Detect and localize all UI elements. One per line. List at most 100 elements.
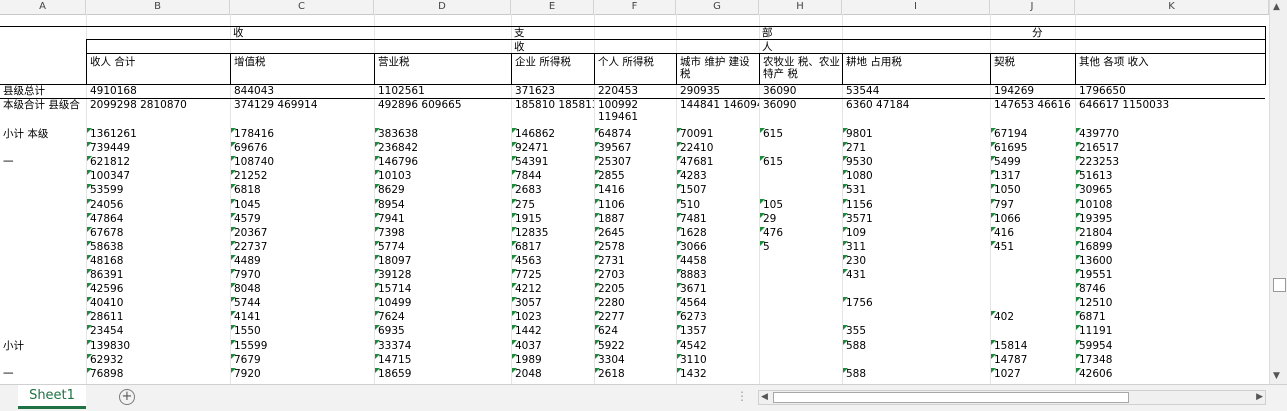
table-cell-f[interactable]: 5922	[595, 339, 676, 352]
table-cell-f[interactable]: 1416	[595, 184, 676, 196]
table-cell-e[interactable]: 7844	[512, 170, 594, 182]
table-cell-h[interactable]: 29	[760, 212, 842, 225]
column-title-c[interactable]: 增值税	[231, 56, 374, 83]
table-cell-e[interactable]: 12835	[512, 226, 594, 239]
table-cell-d[interactable]: 18659	[375, 367, 511, 380]
table-cell-c[interactable]: 4489	[231, 254, 374, 267]
table-cell-f[interactable]: 2578	[595, 240, 676, 253]
column-header-h[interactable]: H	[759, 0, 842, 14]
table-cell-f[interactable]: 1106	[595, 198, 676, 211]
table-cell-f[interactable]: 1887	[595, 212, 676, 225]
table-cell-h[interactable]: 615	[760, 156, 842, 168]
table-cell-k[interactable]: 223253	[1076, 156, 1269, 168]
table-cell-d[interactable]: 6935	[375, 325, 511, 337]
table-cell-d[interactable]: 7941	[375, 212, 511, 225]
scroll-left-icon[interactable]: ◀	[761, 391, 768, 404]
summary-cell-f[interactable]: 220453	[595, 85, 676, 97]
table-cell-f[interactable]: 2618	[595, 367, 676, 380]
table-cell-e[interactable]: 1915	[512, 212, 594, 225]
column-title-j[interactable]: 契税	[991, 56, 1075, 83]
table-cell-i[interactable]: 271	[843, 142, 990, 154]
table-cell-g[interactable]: 1432	[677, 367, 759, 380]
table-cell-c[interactable]: 20367	[231, 226, 374, 239]
table-cell-g[interactable]: 22410	[677, 142, 759, 154]
table-cell-e[interactable]: 275	[512, 198, 594, 211]
table-cell-g[interactable]: 1628	[677, 226, 759, 239]
table-cell-k[interactable]: 19551	[1076, 269, 1269, 281]
summary-cell-g[interactable]: 144841 146094	[677, 99, 759, 111]
table-cell-d[interactable]: 383638	[375, 128, 511, 140]
table-cell-e[interactable]: 4037	[512, 339, 594, 352]
table-cell-i[interactable]: 9801	[843, 128, 990, 140]
table-cell-j[interactable]: 14787	[991, 353, 1075, 366]
table-cell-d[interactable]: 10499	[375, 297, 511, 309]
column-title-e[interactable]: 企业 所得税	[512, 56, 594, 83]
table-cell-g[interactable]: 47681	[677, 156, 759, 168]
table-cell-g[interactable]: 4542	[677, 339, 759, 352]
table-cell-i[interactable]: 355	[843, 325, 990, 337]
table-cell-i[interactable]: 1080	[843, 170, 990, 182]
table-cell-j[interactable]: 1066	[991, 212, 1075, 225]
table-cell-j[interactable]: 15814	[991, 339, 1075, 352]
table-cell-k[interactable]: 21804	[1076, 226, 1269, 239]
table-cell-j[interactable]: 451	[991, 240, 1075, 253]
summary-cell-f[interactable]: 100992 119461	[595, 99, 676, 125]
summary-cell-g[interactable]: 290935	[677, 85, 759, 97]
column-header-j[interactable]: J	[990, 0, 1075, 14]
table-cell-k[interactable]: 6871	[1076, 311, 1269, 323]
scroll-right-icon[interactable]: ▶	[1256, 391, 1263, 404]
summary-cell-a[interactable]: 县级总计	[0, 85, 85, 97]
table-cell-b[interactable]: 42596	[87, 283, 230, 295]
table-cell-j[interactable]: 61695	[991, 142, 1075, 154]
column-title-k[interactable]: 其他 各项 收入	[1076, 56, 1269, 83]
table-cell-f[interactable]: 2703	[595, 269, 676, 281]
table-cell-c[interactable]: 7679	[231, 353, 374, 366]
table-cell-j[interactable]: 1050	[991, 184, 1075, 196]
summary-cell-e[interactable]: 371623	[512, 85, 594, 97]
table-cell-b[interactable]: 23454	[87, 325, 230, 337]
table-cell-j[interactable]: 5499	[991, 156, 1075, 168]
column-header-k[interactable]: K	[1075, 0, 1269, 14]
summary-cell-h[interactable]: 36090	[760, 99, 842, 111]
table-cell-d[interactable]: 33374	[375, 339, 511, 352]
column-title-f[interactable]: 个人 所得税	[595, 56, 676, 83]
table-cell-f[interactable]: 39567	[595, 142, 676, 154]
table-cell-j[interactable]: 1027	[991, 367, 1075, 380]
table-cell-k[interactable]: 19395	[1076, 212, 1269, 225]
table-cell-c[interactable]: 15599	[231, 339, 374, 352]
table-cell-b[interactable]: 48168	[87, 254, 230, 267]
table-cell-b[interactable]: 100347	[87, 170, 230, 182]
sheet-tab-sheet1[interactable]: Sheet1	[18, 385, 86, 409]
table-cell-d[interactable]: 7624	[375, 311, 511, 323]
table-cell-d[interactable]: 8629	[375, 184, 511, 196]
horizontal-scroll-thumb[interactable]	[773, 392, 1129, 403]
table-cell-b[interactable]: 62932	[87, 353, 230, 366]
table-cell-g[interactable]: 6273	[677, 311, 759, 323]
scroll-down-icon[interactable]: ▼	[1273, 371, 1280, 381]
table-cell-h[interactable]: 615	[760, 128, 842, 140]
summary-cell-h[interactable]: 36090	[760, 85, 842, 97]
header-group-label[interactable]: 部	[759, 27, 819, 39]
table-cell-b[interactable]: 58638	[87, 240, 230, 253]
summary-cell-j[interactable]: 194269	[991, 85, 1075, 97]
table-cell-c[interactable]: 8048	[231, 283, 374, 295]
cell-grid[interactable]: 收支部分收人收人 合计 增值税 营业税 企业 所得税 个人 所得税 城市 维护 建设税 农牧…	[0, 14, 1269, 384]
table-cell-b[interactable]: 24056	[87, 198, 230, 211]
column-title-i[interactable]: 耕地 占用税	[843, 56, 990, 83]
table-cell-b[interactable]: 86391	[87, 269, 230, 281]
table-cell-i[interactable]: 311	[843, 240, 990, 253]
table-cell-h[interactable]: 5	[760, 240, 842, 253]
table-cell-c[interactable]: 178416	[231, 128, 374, 140]
table-cell-k[interactable]: 13600	[1076, 254, 1269, 267]
table-cell-e[interactable]: 1023	[512, 311, 594, 323]
table-cell-e[interactable]: 3057	[512, 297, 594, 309]
table-cell-a[interactable]: 一	[0, 368, 85, 380]
header-group-label[interactable]: 收	[230, 27, 290, 39]
column-header-g[interactable]: G	[676, 0, 759, 14]
table-cell-k[interactable]: 216517	[1076, 142, 1269, 154]
table-cell-e[interactable]: 4563	[512, 254, 594, 267]
table-cell-h[interactable]: 476	[760, 226, 842, 239]
table-cell-j[interactable]: 797	[991, 198, 1075, 211]
table-cell-c[interactable]: 108740	[231, 156, 374, 168]
table-cell-d[interactable]: 10103	[375, 170, 511, 182]
